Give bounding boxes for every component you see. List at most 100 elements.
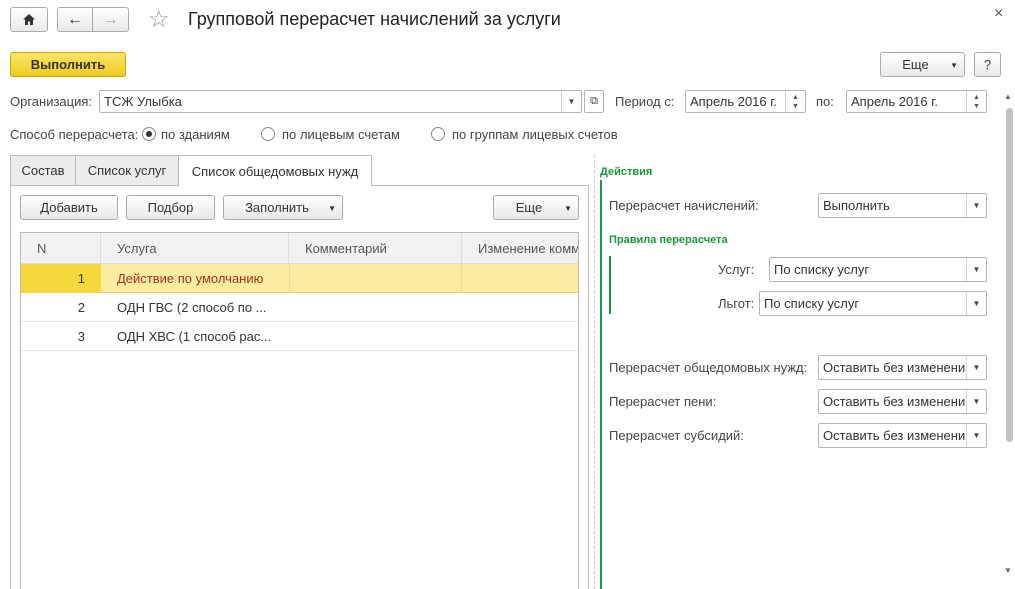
scroll-up-icon[interactable]: ▲	[1004, 92, 1012, 101]
recalc-label: Перерасчет начислений:	[609, 198, 759, 213]
tab-common-needs[interactable]: Список общедомовых нужд	[178, 155, 372, 186]
subsidy-select[interactable]: Оставить без изменени ▼	[818, 423, 987, 448]
table-row[interactable]	[21, 293, 578, 322]
back-button[interactable]: ←	[57, 7, 93, 32]
chevron-down-icon[interactable]: ▼	[966, 194, 986, 217]
col-header-service[interactable]: Услуга	[101, 233, 289, 263]
recalc-select[interactable]: Выполнить ▼	[818, 193, 987, 218]
row-service: ОДН ГВС (2 способ по ...	[117, 300, 267, 315]
chevron-down-icon[interactable]: ▼	[966, 258, 986, 281]
benefits-value: По списку услуг	[764, 296, 860, 311]
penalty-value: Оставить без изменени	[823, 394, 966, 409]
tab-label: Список услуг	[87, 163, 167, 178]
actions-group-bar	[600, 180, 602, 589]
org-field[interactable]: ТСЖ Улыбка ▼	[99, 90, 582, 113]
benefits-select[interactable]: По списку услуг ▼	[759, 291, 987, 316]
chevron-down-icon[interactable]: ▼	[966, 292, 986, 315]
spinner-icon[interactable]: ▲ ▼	[966, 91, 986, 112]
method-option-2[interactable]: по группам лицевых счетов	[452, 127, 618, 142]
table-row[interactable]	[21, 264, 578, 293]
chevron-down-icon[interactable]: ▼	[561, 91, 581, 112]
common-needs-select[interactable]: Оставить без изменени ▼	[818, 355, 987, 380]
chevron-down-icon: ▼	[328, 204, 336, 213]
more-button[interactable]: Еще ▼	[880, 52, 965, 77]
execute-label: Выполнить	[30, 57, 106, 72]
method-option-0[interactable]: по зданиям	[161, 127, 230, 142]
col-header-n[interactable]: N	[21, 233, 101, 263]
table-row[interactable]	[21, 322, 578, 351]
row-service: ОДН ХВС (1 способ рас...	[117, 329, 272, 344]
chevron-down-icon[interactable]: ▼	[966, 390, 986, 413]
page-title: Групповой перерасчет начислений за услуг…	[188, 9, 561, 29]
services-value: По списку услуг	[774, 262, 870, 277]
recalc-value: Выполнить	[823, 198, 890, 213]
method-label: Способ перерасчета:	[10, 127, 139, 142]
radio-by-accounts[interactable]	[261, 127, 275, 141]
common-needs-value: Оставить без изменени	[823, 360, 966, 375]
chevron-down-icon: ▼	[564, 204, 572, 213]
actions-title: Действия	[600, 166, 653, 178]
penalty-select[interactable]: Оставить без изменени ▼	[818, 389, 987, 414]
scroll-down-icon[interactable]: ▼	[1004, 566, 1012, 575]
open-org-button[interactable]: ⧉	[584, 90, 604, 113]
open-icon: ⧉	[590, 95, 598, 107]
period-from-field[interactable]: Апрель 2016 г. ▲ ▼	[685, 90, 806, 113]
col-label: Изменение комм	[478, 240, 578, 256]
common-needs-label: Перерасчет общедомовых нужд:	[609, 360, 808, 375]
table-more-button[interactable]: Еще ▼	[493, 195, 579, 220]
benefits-label: Льгот:	[718, 296, 755, 311]
more-label: Еще	[902, 57, 929, 72]
help-label: ?	[983, 57, 992, 72]
rules-group-bar	[609, 256, 611, 314]
star-icon[interactable]: ☆	[148, 6, 170, 34]
row-number: 2	[77, 300, 85, 315]
subsidy-value: Оставить без изменени	[823, 428, 966, 443]
row-service: Действие по умолчанию	[117, 271, 264, 286]
tab-label: Состав	[21, 163, 65, 178]
close-icon[interactable]: ×	[994, 5, 1003, 23]
add-button[interactable]: Добавить	[20, 195, 118, 220]
arrow-right-icon: →	[102, 10, 119, 28]
col-label: Услуга	[117, 240, 157, 256]
select-label: Подбор	[147, 200, 194, 215]
services-select[interactable]: По списку услуг ▼	[769, 257, 987, 282]
row-divider	[289, 264, 290, 293]
col-header-change[interactable]: Изменение комм	[462, 233, 578, 263]
forward-button[interactable]: →	[92, 7, 129, 32]
row-number: 3	[77, 329, 85, 344]
period-to-value: Апрель 2016 г.	[851, 94, 939, 109]
fill-label: Заполнить	[245, 200, 309, 215]
period-to-field[interactable]: Апрель 2016 г. ▲ ▼	[846, 90, 987, 113]
period-from-label: Период с:	[615, 94, 675, 109]
subsidy-label: Перерасчет субсидий:	[609, 428, 744, 443]
chevron-down-icon[interactable]: ▼	[966, 424, 986, 447]
row-number: 1	[77, 271, 85, 286]
vertical-scrollbar[interactable]	[1006, 108, 1013, 442]
radio-by-buildings[interactable]	[142, 127, 156, 141]
panel-splitter[interactable]	[594, 155, 595, 589]
method-option-1[interactable]: по лицевым счетам	[282, 127, 400, 142]
spinner-icon[interactable]: ▲ ▼	[785, 91, 805, 112]
execute-button[interactable]: Выполнить	[10, 52, 126, 77]
table-more-label: Еще	[515, 200, 543, 215]
org-value: ТСЖ Улыбка	[104, 94, 182, 109]
rules-title: Правила перерасчета	[609, 234, 728, 246]
org-label: Организация:	[10, 94, 93, 109]
col-header-comment[interactable]: Комментарий	[289, 233, 462, 263]
penalty-label: Перерасчет пени:	[609, 394, 717, 409]
tab-label: Список общедомовых нужд	[191, 163, 359, 179]
home-button[interactable]	[10, 7, 48, 32]
fill-button[interactable]: Заполнить ▼	[223, 195, 343, 220]
radio-by-account-groups[interactable]	[431, 127, 445, 141]
add-label: Добавить	[40, 200, 98, 215]
period-from-value: Апрель 2016 г.	[690, 94, 778, 109]
tab-service-list[interactable]: Список услуг	[75, 155, 179, 185]
chevron-down-icon[interactable]: ▼	[966, 356, 986, 379]
tab-composition[interactable]: Состав	[10, 155, 76, 185]
help-button[interactable]: ?	[974, 52, 1001, 77]
col-label: Комментарий	[305, 240, 387, 256]
select-button[interactable]: Подбор	[126, 195, 215, 220]
chevron-down-icon: ▼	[950, 61, 958, 70]
arrow-left-icon: ←	[67, 10, 83, 28]
services-label: Услуг:	[718, 262, 755, 277]
